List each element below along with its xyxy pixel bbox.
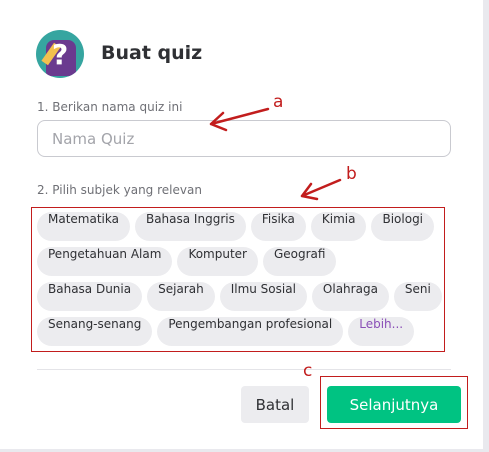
annotation-arrow-a <box>209 107 270 132</box>
annotation-label-c: c <box>303 361 313 381</box>
create-quiz-dialog: ? Buat quiz 1. Berikan nama quiz ini 2. … <box>0 0 489 452</box>
annotation-arrow-b <box>300 178 342 201</box>
annotation-label-a: a <box>273 92 284 112</box>
annotation-label-b: b <box>346 164 357 184</box>
annotation-arrows <box>209 107 342 201</box>
